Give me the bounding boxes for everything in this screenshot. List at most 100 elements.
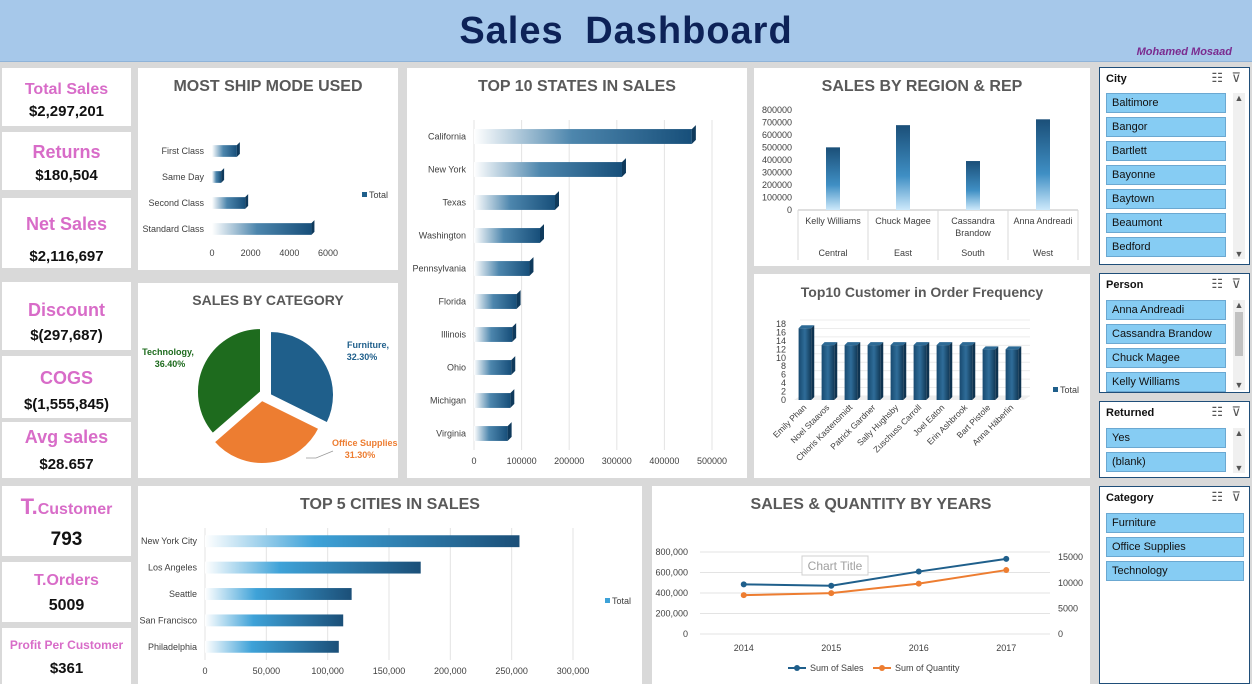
bar-side	[926, 342, 930, 400]
x-tick-label: 0	[471, 456, 476, 466]
bar	[844, 345, 858, 400]
clear-filter-icon[interactable]: ⊽	[1231, 276, 1241, 292]
slicer-item-bangor[interactable]: Bangor	[1106, 117, 1226, 137]
group-label: West	[1033, 248, 1054, 258]
scroll-up-icon[interactable]: ▲	[1233, 428, 1245, 438]
scroll-down-icon[interactable]: ▼	[1233, 380, 1245, 390]
slicer-item-anna-andreadi[interactable]: Anna Andreadi	[1106, 300, 1226, 320]
series-line	[743, 569, 1007, 597]
slicer-item-chuck-magee[interactable]: Chuck Magee	[1106, 348, 1226, 368]
returned-slicer: Returned ☷ ⊽ Yes (blank) ▲ ▼	[1099, 401, 1250, 478]
multi-select-icon[interactable]: ☷	[1211, 489, 1223, 505]
category-label: Los Angeles	[148, 563, 198, 573]
clear-filter-icon[interactable]: ⊽	[1231, 489, 1241, 505]
slicer-item-furniture[interactable]: Furniture	[1106, 513, 1244, 533]
bar	[212, 145, 237, 157]
bar	[959, 345, 973, 400]
scroll-up-icon[interactable]: ▲	[1233, 93, 1245, 103]
legend-label: Sum of Quantity	[895, 663, 960, 673]
bar	[474, 261, 530, 276]
x-tick-label: 100,000	[311, 666, 344, 676]
multi-select-icon[interactable]: ☷	[1211, 404, 1223, 420]
bar	[474, 129, 692, 144]
category-panel: SALES BY CATEGORY Furniture, 32.30% Office…	[138, 283, 398, 478]
y2-tick-label: 15000	[1058, 552, 1083, 562]
bar-side	[834, 342, 838, 400]
slicer-item-office-supplies[interactable]: Office Supplies	[1106, 537, 1244, 557]
slicer-item-technology[interactable]: Technology	[1106, 561, 1244, 581]
slicer-item-baltimore[interactable]: Baltimore	[1106, 93, 1226, 113]
x-tick-label: 300000	[602, 456, 632, 466]
city-scrollbar[interactable]: ▲ ▼	[1233, 93, 1245, 259]
data-point	[740, 592, 747, 599]
kpi-cogs: COGS $(1,555,845)	[2, 356, 131, 418]
scroll-up-icon[interactable]: ▲	[1233, 300, 1245, 310]
kpi-value: 5009	[48, 597, 85, 614]
bar-side	[1018, 346, 1022, 400]
multi-select-icon[interactable]: ☷	[1211, 70, 1223, 86]
y-tick-label: 400,000	[655, 588, 688, 598]
scroll-down-icon[interactable]: ▼	[1233, 249, 1245, 259]
bar	[474, 195, 556, 210]
bar	[212, 197, 246, 209]
category-label: Washington	[419, 231, 466, 241]
slicer-item-bayonne[interactable]: Bayonne	[1106, 165, 1226, 185]
top-states-panel: TOP 10 STATES IN SALES 0 100000 200000 3000…	[407, 68, 747, 478]
legend-swatch	[605, 598, 610, 603]
x-tick-label: 2015	[821, 643, 841, 653]
returned-scrollbar[interactable]: ▲ ▼	[1233, 428, 1245, 473]
slicer-item-yes[interactable]: Yes	[1106, 428, 1226, 448]
slicer-title: City	[1106, 73, 1127, 85]
bar	[205, 588, 352, 600]
person-scrollbar[interactable]: ▲ ▼	[1233, 300, 1245, 390]
bar	[798, 328, 812, 400]
x-tick-label: 200000	[554, 456, 584, 466]
bar-side	[857, 342, 861, 400]
category-slicer: Category ☷ ⊽ Furniture Office Supplies T…	[1099, 486, 1250, 684]
region-rep-chart: 0 100000 200000 300000 400000 500000 600000 700…	[762, 105, 1079, 260]
x-tick-label: 2014	[734, 643, 754, 653]
scroll-down-icon[interactable]: ▼	[1233, 463, 1245, 473]
multi-select-icon[interactable]: ☷	[1211, 276, 1223, 292]
slicer-item-beaumont[interactable]: Beaumont	[1106, 213, 1226, 233]
bar-side	[972, 342, 976, 400]
pie-label: Office Supplies,	[332, 438, 398, 448]
category-label: Anna Andreadi	[1013, 216, 1072, 226]
kpi-label: COGS	[39, 368, 93, 388]
slicer-title: Category	[1106, 492, 1154, 504]
slicer-item-bartlett[interactable]: Bartlett	[1106, 141, 1226, 161]
bar-side	[621, 158, 626, 177]
y-tick-label: 0	[787, 205, 792, 215]
y-tick-label: 400000	[762, 155, 792, 165]
clear-filter-icon[interactable]: ⊽	[1231, 404, 1241, 420]
clear-filter-icon[interactable]: ⊽	[1231, 70, 1241, 86]
bar	[913, 345, 927, 400]
slicer-item-kelly-williams[interactable]: Kelly Williams	[1106, 372, 1226, 392]
bar-side	[691, 125, 696, 144]
x-tick-label: 250,000	[495, 666, 528, 676]
scroll-thumb[interactable]	[1235, 312, 1243, 356]
y-tick-label: 300000	[762, 168, 792, 178]
slicer-title: Returned	[1106, 407, 1155, 419]
category-label: Standard Class	[142, 224, 204, 234]
x-tick-label: 6000	[318, 248, 338, 258]
kpi-label: T.Orders	[34, 572, 99, 589]
slicer-item-bedford[interactable]: Bedford	[1106, 237, 1226, 257]
slicer-item-cassandra-brandow[interactable]: Cassandra Brandow	[1106, 324, 1226, 344]
y2-tick-label: 0	[1058, 629, 1063, 639]
slicer-item-baytown[interactable]: Baytown	[1106, 189, 1226, 209]
data-point	[740, 581, 747, 588]
ship-mode-chart: 0 2000 4000 6000 First Class Same Day Second C…	[142, 142, 388, 258]
x-tick-label: 2017	[996, 643, 1016, 653]
kpi-total-orders: T.Orders 5009	[2, 562, 131, 622]
kpi-returns: Returns $180,504	[2, 132, 131, 190]
customer-frequency-chart: 024681012141618Emily PhanNoel StaavosChl…	[771, 319, 1079, 463]
category-label: Kelly Williams	[805, 216, 861, 226]
top-states-chart: 0 100000 200000 300000 400000 500000 Californi…	[412, 120, 727, 466]
bar-side	[995, 346, 999, 400]
bar	[982, 349, 996, 400]
slicer-item-blank[interactable]: (blank)	[1106, 452, 1226, 472]
bar	[1005, 349, 1019, 400]
kpi-label: T.Customer	[20, 494, 113, 519]
y-tick-label: 0	[683, 629, 688, 639]
